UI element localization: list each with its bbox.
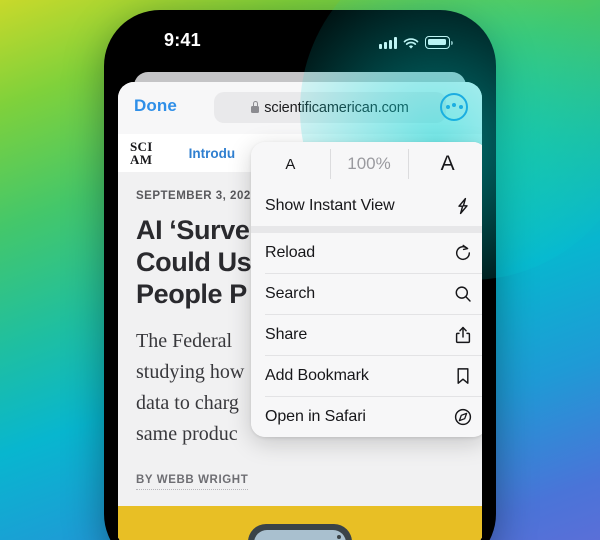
safari-compass-icon [453, 407, 473, 427]
wifi-icon [403, 37, 419, 49]
bookmark-icon [453, 366, 473, 386]
reload-icon [453, 243, 473, 263]
wallpaper-background: 9:41 Done scientificamerican.com SCI AM … [0, 0, 600, 540]
illustration-camera-dot [337, 535, 341, 539]
status-bar: 9:41 [112, 18, 488, 64]
sciam-logo: SCI AM [130, 140, 153, 166]
menu-item-label: Search [265, 285, 316, 302]
menu-item-search[interactable]: Search [251, 274, 482, 314]
text-size-percent[interactable]: 100% [329, 142, 409, 186]
menu-item-label: Add Bookmark [265, 367, 369, 384]
status-bar-time: 9:41 [164, 30, 201, 50]
done-button[interactable]: Done [134, 96, 177, 116]
phone-device-frame: 9:41 Done scientificamerican.com SCI AM … [104, 10, 496, 540]
menu-item-label: Share [265, 326, 308, 343]
phone-illustration [248, 524, 352, 540]
menu-item-label: Reload [265, 244, 316, 261]
menu-item-share[interactable]: Share [251, 315, 482, 355]
more-circle-icon[interactable] [440, 93, 468, 121]
menu-group-separator [251, 226, 482, 233]
phone-screen: 9:41 Done scientificamerican.com SCI AM … [112, 18, 488, 540]
decrease-text-size-button[interactable]: A [251, 142, 330, 186]
increase-text-size-button[interactable]: A [408, 142, 482, 186]
cellular-bars-icon [379, 37, 397, 49]
sciam-logo-line2: AM [130, 152, 153, 167]
menu-item-label: Open in Safari [265, 408, 366, 425]
article-byline: BY WEBB WRIGHT [136, 474, 249, 490]
url-text: scientificamerican.com [264, 99, 409, 116]
battery-icon [425, 36, 453, 49]
lightning-bolt-icon [453, 196, 473, 216]
menu-item-open-in-safari[interactable]: Open in Safari [251, 397, 482, 437]
article-banner [118, 506, 482, 540]
text-size-control-row: A 100% A [251, 142, 482, 186]
text-size-percent-label: 100% [347, 154, 391, 173]
context-menu: A 100% A Show Instant View Reload Search… [251, 142, 482, 437]
menu-item-reload[interactable]: Reload [251, 233, 482, 273]
text-size-large-icon: A [440, 152, 455, 175]
text-size-small-icon: A [285, 155, 296, 173]
menu-item-show-instant-view[interactable]: Show Instant View [251, 186, 482, 226]
lock-icon [251, 101, 260, 113]
menu-item-label: Show Instant View [265, 197, 395, 214]
browser-toolbar: Done scientificamerican.com [118, 82, 482, 134]
search-icon [453, 284, 473, 304]
share-icon [453, 325, 473, 345]
browser-sheet: Done scientificamerican.com SCI AM Intro… [118, 82, 482, 540]
site-nav-link[interactable]: Introdu [189, 146, 236, 161]
menu-item-add-bookmark[interactable]: Add Bookmark [251, 356, 482, 396]
status-bar-indicators [379, 33, 453, 49]
url-bar[interactable]: scientificamerican.com [214, 92, 446, 123]
illustration-screen [254, 530, 346, 540]
